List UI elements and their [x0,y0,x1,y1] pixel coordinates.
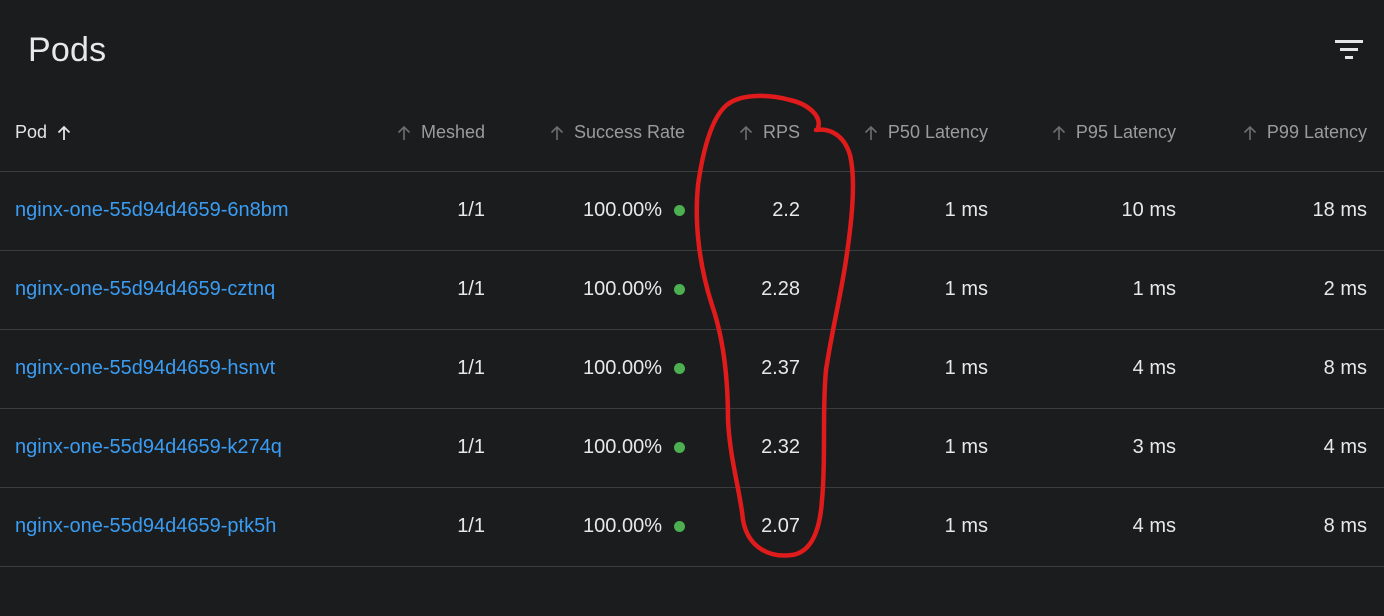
arrow-up-icon [739,125,753,140]
p95-latency-value: 10 ms [1121,199,1176,221]
meshed-value: 1/1 [457,357,485,379]
status-dot-icon [674,363,685,374]
rps-value: 2.07 [761,515,800,537]
p95-latency-value: 3 ms [1132,436,1176,458]
column-header-p50-latency[interactable]: P50 Latency [820,94,988,171]
filter-button[interactable] [1328,32,1368,68]
arrow-up-icon [1052,125,1065,140]
p95-latency-value: 4 ms [1132,515,1176,537]
column-header-rps[interactable]: RPS [700,94,800,171]
p99-latency-value: 4 ms [1323,436,1367,458]
p50-latency-value: 1 ms [944,357,988,379]
arrow-up-icon [57,125,71,140]
success-rate-cell: 100.00% [500,250,685,329]
success-rate-value: 100.00% [583,357,662,379]
meshed-value: 1/1 [457,278,485,300]
pod-link[interactable]: nginx-one-55d94d4659-hsnvt [15,357,275,380]
column-header-success-rate[interactable]: Success Rate [500,94,685,171]
meshed-value: 1/1 [457,436,485,458]
column-header-p95-latency[interactable]: P95 Latency [1000,94,1176,171]
table-row: nginx-one-55d94d4659-ptk5h 1/1 100.00% 2… [0,487,1384,567]
meshed-value: 1/1 [457,515,485,537]
pod-link[interactable]: nginx-one-55d94d4659-ptk5h [15,515,276,538]
table-row: nginx-one-55d94d4659-cztnq 1/1 100.00% 2… [0,250,1384,330]
success-rate-value: 100.00% [583,278,662,300]
rps-value: 2.28 [761,278,800,300]
success-rate-value: 100.00% [583,515,662,537]
rps-value: 2.37 [761,357,800,379]
column-header-p99-latency[interactable]: P99 Latency [1190,94,1367,171]
p95-latency-value: 4 ms [1132,357,1176,379]
pod-link[interactable]: nginx-one-55d94d4659-6n8bm [15,199,289,222]
column-header-pod[interactable]: Pod [15,94,355,171]
arrow-up-icon [550,125,564,140]
filter-list-icon [1335,40,1363,59]
status-dot-icon [674,284,685,295]
pod-link[interactable]: nginx-one-55d94d4659-k274q [15,436,282,459]
p50-latency-value: 1 ms [944,278,988,300]
arrow-up-icon [397,125,411,140]
p99-latency-value: 8 ms [1323,515,1367,537]
p50-latency-value: 1 ms [944,199,988,221]
success-rate-value: 100.00% [583,436,662,458]
success-rate-value: 100.00% [583,199,662,221]
success-rate-cell: 100.00% [500,487,685,566]
success-rate-cell: 100.00% [500,329,685,408]
p99-latency-value: 18 ms [1312,199,1367,221]
table-row: nginx-one-55d94d4659-hsnvt 1/1 100.00% 2… [0,329,1384,409]
success-rate-cell: 100.00% [500,408,685,487]
status-dot-icon [674,442,685,453]
rps-value: 2.2 [772,199,800,221]
table-row: nginx-one-55d94d4659-6n8bm 1/1 100.00% 2… [0,171,1384,251]
rps-value: 2.32 [761,436,800,458]
arrow-up-icon [864,125,877,140]
page-title: Pods [28,31,107,69]
p50-latency-value: 1 ms [944,515,988,537]
p99-latency-value: 2 ms [1323,278,1367,300]
status-dot-icon [674,205,685,216]
p95-latency-value: 1 ms [1132,278,1176,300]
p50-latency-value: 1 ms [944,436,988,458]
pod-link[interactable]: nginx-one-55d94d4659-cztnq [15,278,275,301]
table-row: nginx-one-55d94d4659-k274q 1/1 100.00% 2… [0,408,1384,488]
meshed-value: 1/1 [457,199,485,221]
arrow-up-icon [1243,125,1256,140]
p99-latency-value: 8 ms [1323,357,1367,379]
status-dot-icon [674,521,685,532]
column-header-meshed[interactable]: Meshed [360,94,485,171]
success-rate-cell: 100.00% [500,171,685,250]
table-header-row: Pod Meshed Success Rate RPS P50 Latency … [0,94,1384,172]
